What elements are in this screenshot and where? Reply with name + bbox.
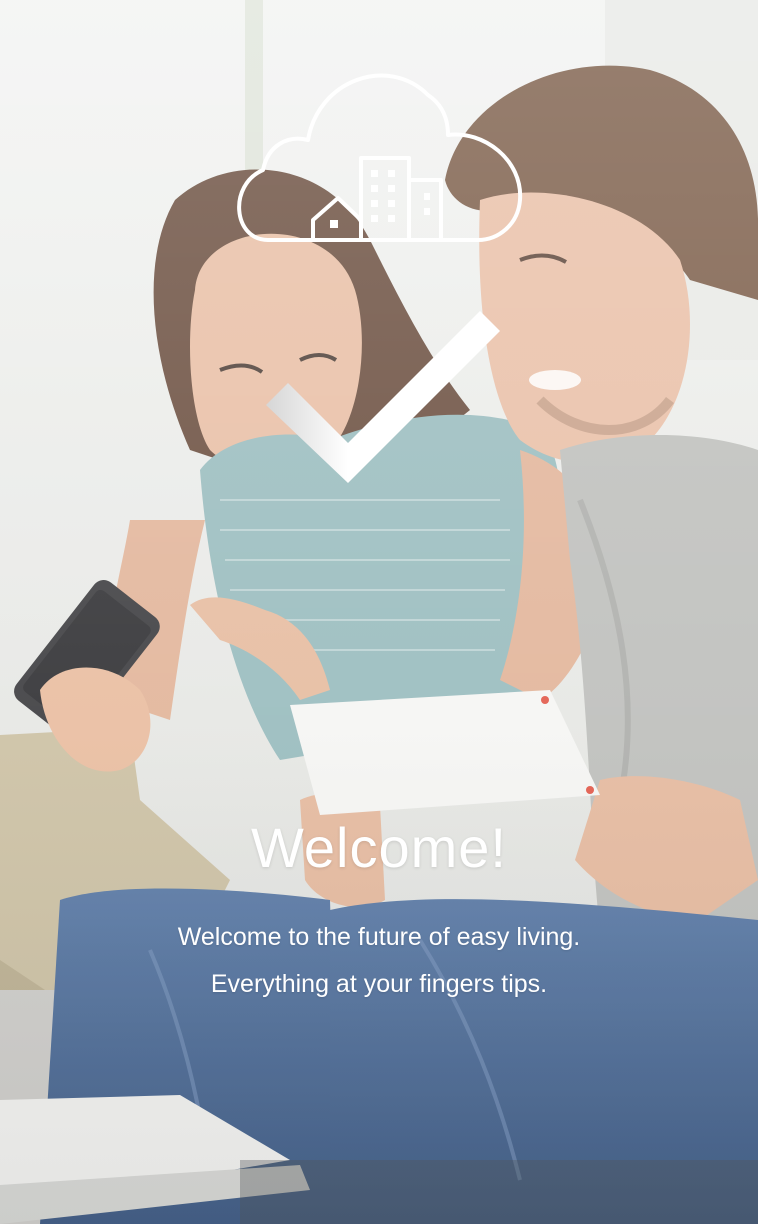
- checkmark-icon: [266, 311, 500, 483]
- welcome-subtitle-line-2: Everything at your fingers tips.: [210, 970, 548, 998]
- welcome-subtitle-line-1: Welcome to the future of easy living.: [177, 923, 581, 951]
- cloud-city-icon: [237, 73, 523, 242]
- welcome-title: Welcome!: [251, 816, 507, 879]
- app-logo: [237, 73, 523, 483]
- welcome-screen: Welcome! Welcome to the future of easy l…: [0, 0, 758, 1224]
